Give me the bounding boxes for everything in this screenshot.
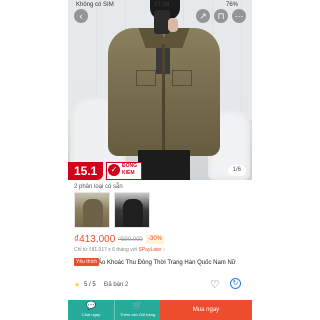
product-title: Áo Khoác Thu Đông Thời Trang Hàn Quốc Na… [98,260,236,266]
sale-banner: 15.1 ✓ ĐỒNG KIỂM 1/6 [68,162,252,180]
star-icon: ★ [74,282,81,289]
discount-badge: -30% [146,235,165,244]
current-price: ₫413.000 [74,234,116,245]
carrier-text: Không có SIM [76,2,114,8]
clock-text: 17:38 [154,2,170,8]
battery-text: 76% [226,2,239,8]
chat-label: Chat ngay [81,312,101,317]
sold-count: Đã bán 2 [104,282,129,288]
model-figure [98,0,226,180]
pocket-right [172,70,192,86]
installment-text: Chỉ từ ₫81.017 x 6 tháng với [74,247,138,253]
chat-button[interactable]: 💬 Chat ngay [68,300,114,320]
jacket-placket [162,44,165,154]
chat-icon: 💬 [86,301,96,310]
image-counter: 1/6 [227,165,246,176]
variant-thumb-black[interactable] [114,192,150,228]
product-image[interactable] [68,0,252,180]
dong-kiem-label: ĐỒNG KIỂM [122,163,137,176]
cart-icon[interactable]: ⊓ [214,9,228,23]
back-icon[interactable]: ‹ [74,9,88,23]
variant-figure [83,199,103,227]
add-cart-icon: 🛒 [132,301,143,310]
installment-info[interactable]: Chỉ từ ₫81.017 x 6 tháng với SPayLater › [74,247,165,253]
check-icon: ✓ [108,164,120,176]
add-to-cart-button[interactable]: 🛒 Thêm vào Giỏ hàng [114,300,160,320]
buy-now-button[interactable]: Mua ngay [160,300,252,320]
favorite-badge: Yêu thích [74,258,100,266]
original-price: ₫590.000 [118,237,143,243]
heart-icon[interactable]: ♡ [210,278,220,291]
more-icon[interactable]: ⋯ [232,9,246,23]
rating-text: 5 / 5 [84,282,96,288]
variants-label: 2 phân loại có sẵn [74,184,123,190]
chevron-right-icon: › [163,247,165,253]
pocket-left [136,70,156,86]
bottom-action-bar: 💬 Chat ngay 🛒 Thêm vào Giỏ hàng Mua ngay [68,300,252,320]
sale-date: 15.1 [68,162,104,180]
share-product-icon[interactable]: ↻ [230,278,241,289]
variant-thumb-olive[interactable] [74,192,110,228]
spaylater-label: SPayLater [138,247,162,253]
variant-figure [123,199,143,227]
share-icon[interactable]: ↗ [196,9,210,23]
add-to-cart-label: Thêm vào Giỏ hàng [119,312,156,317]
hand [168,18,178,32]
